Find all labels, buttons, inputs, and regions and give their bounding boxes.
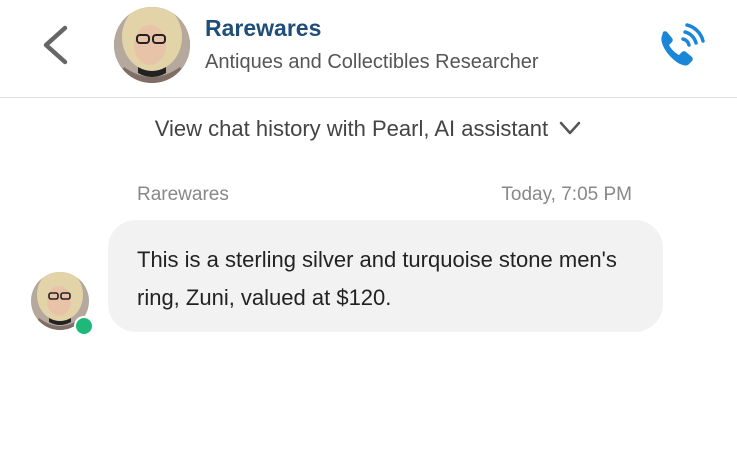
avatar-photo bbox=[114, 7, 190, 83]
message-text: This is a sterling silver and turquoise … bbox=[137, 247, 617, 310]
chat-history-label: View chat history with Pearl, AI assista… bbox=[154, 116, 549, 141]
chevron-left-icon bbox=[43, 25, 68, 65]
message-bubble[interactable]: This is a sterling silver and turquoise … bbox=[108, 220, 663, 332]
message-sender: Rarewares bbox=[137, 184, 229, 205]
contact-avatar[interactable] bbox=[114, 7, 190, 83]
chat-history-toggle[interactable]: View chat history with Pearl, AI assista… bbox=[0, 116, 737, 142]
chat-screen: Rarewares Antiques and Collectibles Rese… bbox=[0, 0, 737, 459]
message-timestamp: Today, 7:05 PM bbox=[501, 184, 632, 205]
sender-avatar[interactable] bbox=[31, 272, 94, 336]
online-status-indicator bbox=[74, 316, 94, 336]
chat-header: Rarewares Antiques and Collectibles Rese… bbox=[0, 0, 737, 98]
chevron-down-icon bbox=[559, 121, 581, 135]
back-button[interactable] bbox=[34, 22, 80, 68]
contact-role: Antiques and Collectibles Researcher bbox=[205, 51, 539, 73]
phone-ringing-icon bbox=[661, 23, 705, 66]
call-button[interactable] bbox=[654, 22, 708, 72]
contact-name: Rarewares bbox=[205, 15, 322, 41]
